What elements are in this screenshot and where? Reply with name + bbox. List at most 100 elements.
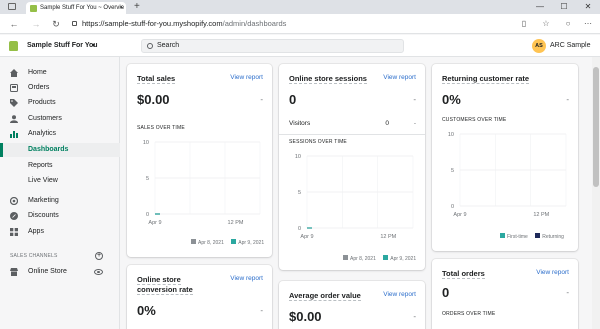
chevron-down-icon[interactable]: ▾ xyxy=(92,35,95,57)
sidebar-item-label: Online Store xyxy=(28,268,67,275)
search-input[interactable]: Search xyxy=(141,39,404,53)
new-tab-button[interactable]: + xyxy=(134,1,140,13)
sidebar-item-apps[interactable]: Apps xyxy=(0,225,120,239)
shopify-logo-icon xyxy=(9,41,18,51)
card-title: Online store sessions xyxy=(289,74,367,84)
sidebar-item-customers[interactable]: Customers xyxy=(0,112,120,126)
sidebar-item-home[interactable]: Home xyxy=(0,66,120,80)
tag-icon xyxy=(10,99,18,107)
orders-icon xyxy=(10,84,18,92)
browser-address-bar: ← → ↻ https://sample-stuff-for-you.mysho… xyxy=(0,14,600,34)
url-path: /admin/dashboards xyxy=(222,19,287,28)
y-tick-label: 0 xyxy=(146,212,149,218)
card-title: Returning customer rate xyxy=(442,74,530,84)
back-icon[interactable]: ← xyxy=(8,18,20,30)
sidebar-item-discounts[interactable]: Discounts xyxy=(0,209,120,223)
marketing-icon xyxy=(10,197,18,205)
tab-close-icon[interactable]: × xyxy=(119,2,123,14)
card-title: Online store conversion rate xyxy=(137,275,193,295)
forward-icon[interactable]: → xyxy=(30,18,42,30)
tab-actions-icon[interactable] xyxy=(8,3,16,10)
profile-icon[interactable]: ○ xyxy=(562,18,574,30)
sidebar-item-orders[interactable]: Orders xyxy=(0,81,120,95)
sidebar-item-live-view[interactable]: Live View xyxy=(0,174,120,188)
page-scrollbar[interactable] xyxy=(592,57,600,329)
user-name[interactable]: ARC Sample xyxy=(550,35,590,57)
minimize-icon[interactable]: — xyxy=(528,0,552,14)
chart-legend: Apr 8, 2021 Apr 9, 2021 xyxy=(185,239,264,246)
visitors-change: - xyxy=(413,120,416,127)
x-tick-label: 12 PM xyxy=(533,212,549,218)
y-tick-label: 10 xyxy=(448,132,454,138)
legend-item-returning: Returning xyxy=(535,233,564,240)
online-store-sessions-card: Online store sessions View report 0 - Vi… xyxy=(279,64,425,270)
lock-icon xyxy=(72,20,77,26)
store-icon xyxy=(10,268,18,276)
sidebar-item-marketing[interactable]: Marketing xyxy=(0,194,120,208)
legend-item-current: Apr 9, 2021 xyxy=(231,239,264,246)
card-value: $0.00 xyxy=(137,92,170,107)
reload-icon[interactable]: ↻ xyxy=(50,18,62,30)
card-value: 0 xyxy=(289,92,297,107)
y-tick-label: 5 xyxy=(146,176,149,182)
tab-title: Sample Stuff For You ~ Overvie xyxy=(40,5,125,11)
total-orders-card: Total orders View report 0 - ORDERS OVER… xyxy=(432,259,578,329)
add-sales-channel-icon[interactable]: + xyxy=(95,252,103,260)
more-options-icon[interactable]: ⋯ xyxy=(582,18,594,30)
chart-title: ORDERS OVER TIME xyxy=(442,311,496,317)
url-host: https://sample-stuff-for-you.myshopify.c… xyxy=(82,19,223,28)
eye-icon[interactable] xyxy=(94,269,103,275)
card-title: Total sales xyxy=(137,74,176,84)
avatar[interactable]: AS xyxy=(532,39,546,53)
card-change: - xyxy=(566,288,569,297)
x-tick-label: 12 PM xyxy=(380,234,396,240)
conversion-rate-card: Online store conversion rate View report … xyxy=(127,265,272,329)
browser-tab-bar: Sample Stuff For You ~ Overvie × + — ☐ ✕ xyxy=(0,0,600,14)
y-tick-label: 0 xyxy=(451,204,454,210)
sidebar-item-label: Products xyxy=(28,99,56,106)
view-report-link[interactable]: View report xyxy=(383,74,416,81)
window-close-icon[interactable]: ✕ xyxy=(576,0,600,14)
sidebar-item-products[interactable]: Products xyxy=(0,96,120,110)
person-icon xyxy=(10,115,18,123)
card-title: Average order value xyxy=(289,291,361,301)
chart-title: SESSIONS OVER TIME xyxy=(289,139,347,145)
sidebar-item-label: Discounts xyxy=(28,212,59,219)
average-order-value-card: Average order value View report $0.00 - xyxy=(279,281,425,329)
sidebar-item-label: Live View xyxy=(28,177,58,184)
card-value: 0% xyxy=(137,303,156,318)
card-change: - xyxy=(566,95,569,104)
sidebar-item-label: Customers xyxy=(28,115,62,122)
card-change: - xyxy=(260,306,263,315)
discount-icon xyxy=(10,212,18,220)
sidebar-item-analytics[interactable]: Analytics xyxy=(0,127,120,141)
sidebar-item-reports[interactable]: Reports xyxy=(0,159,120,173)
card-value: 0 xyxy=(442,285,450,300)
favorites-icon[interactable]: ☆ xyxy=(540,18,552,30)
x-tick-label: 12 PM xyxy=(228,220,244,226)
maximize-icon[interactable]: ☐ xyxy=(552,0,576,14)
view-report-link[interactable]: View report xyxy=(230,275,263,282)
y-tick-label: 0 xyxy=(298,226,301,232)
search-placeholder: Search xyxy=(157,42,180,49)
legend-item-prev: Apr 8, 2021 xyxy=(343,255,376,262)
view-report-link[interactable]: View report xyxy=(536,269,569,276)
home-icon xyxy=(10,69,18,77)
scrollbar-thumb[interactable] xyxy=(593,67,599,187)
sidebar-item-dashboards[interactable]: Dashboards xyxy=(0,143,120,157)
y-tick-label: 10 xyxy=(295,154,301,160)
store-switcher[interactable]: Sample Stuff For You xyxy=(27,35,98,57)
legend-item-current: Apr 9, 2021 xyxy=(383,255,416,262)
x-tick-label: Apr 9 xyxy=(300,234,313,240)
card-title: Total orders xyxy=(442,269,485,279)
url-field[interactable]: https://sample-stuff-for-you.myshopify.c… xyxy=(72,17,512,31)
reader-mode-icon[interactable]: ▯ xyxy=(518,18,530,30)
bar-chart-icon xyxy=(10,131,18,138)
apps-icon xyxy=(10,228,18,236)
chart-title: CUSTOMERS OVER TIME xyxy=(442,117,507,123)
browser-tab[interactable]: Sample Stuff For You ~ Overvie × xyxy=(26,2,126,14)
sidebar-nav: Home Orders Products Customers Analytics… xyxy=(0,57,120,329)
view-report-link[interactable]: View report xyxy=(383,291,416,298)
card-change: - xyxy=(413,95,416,104)
view-report-link[interactable]: View report xyxy=(230,74,263,81)
